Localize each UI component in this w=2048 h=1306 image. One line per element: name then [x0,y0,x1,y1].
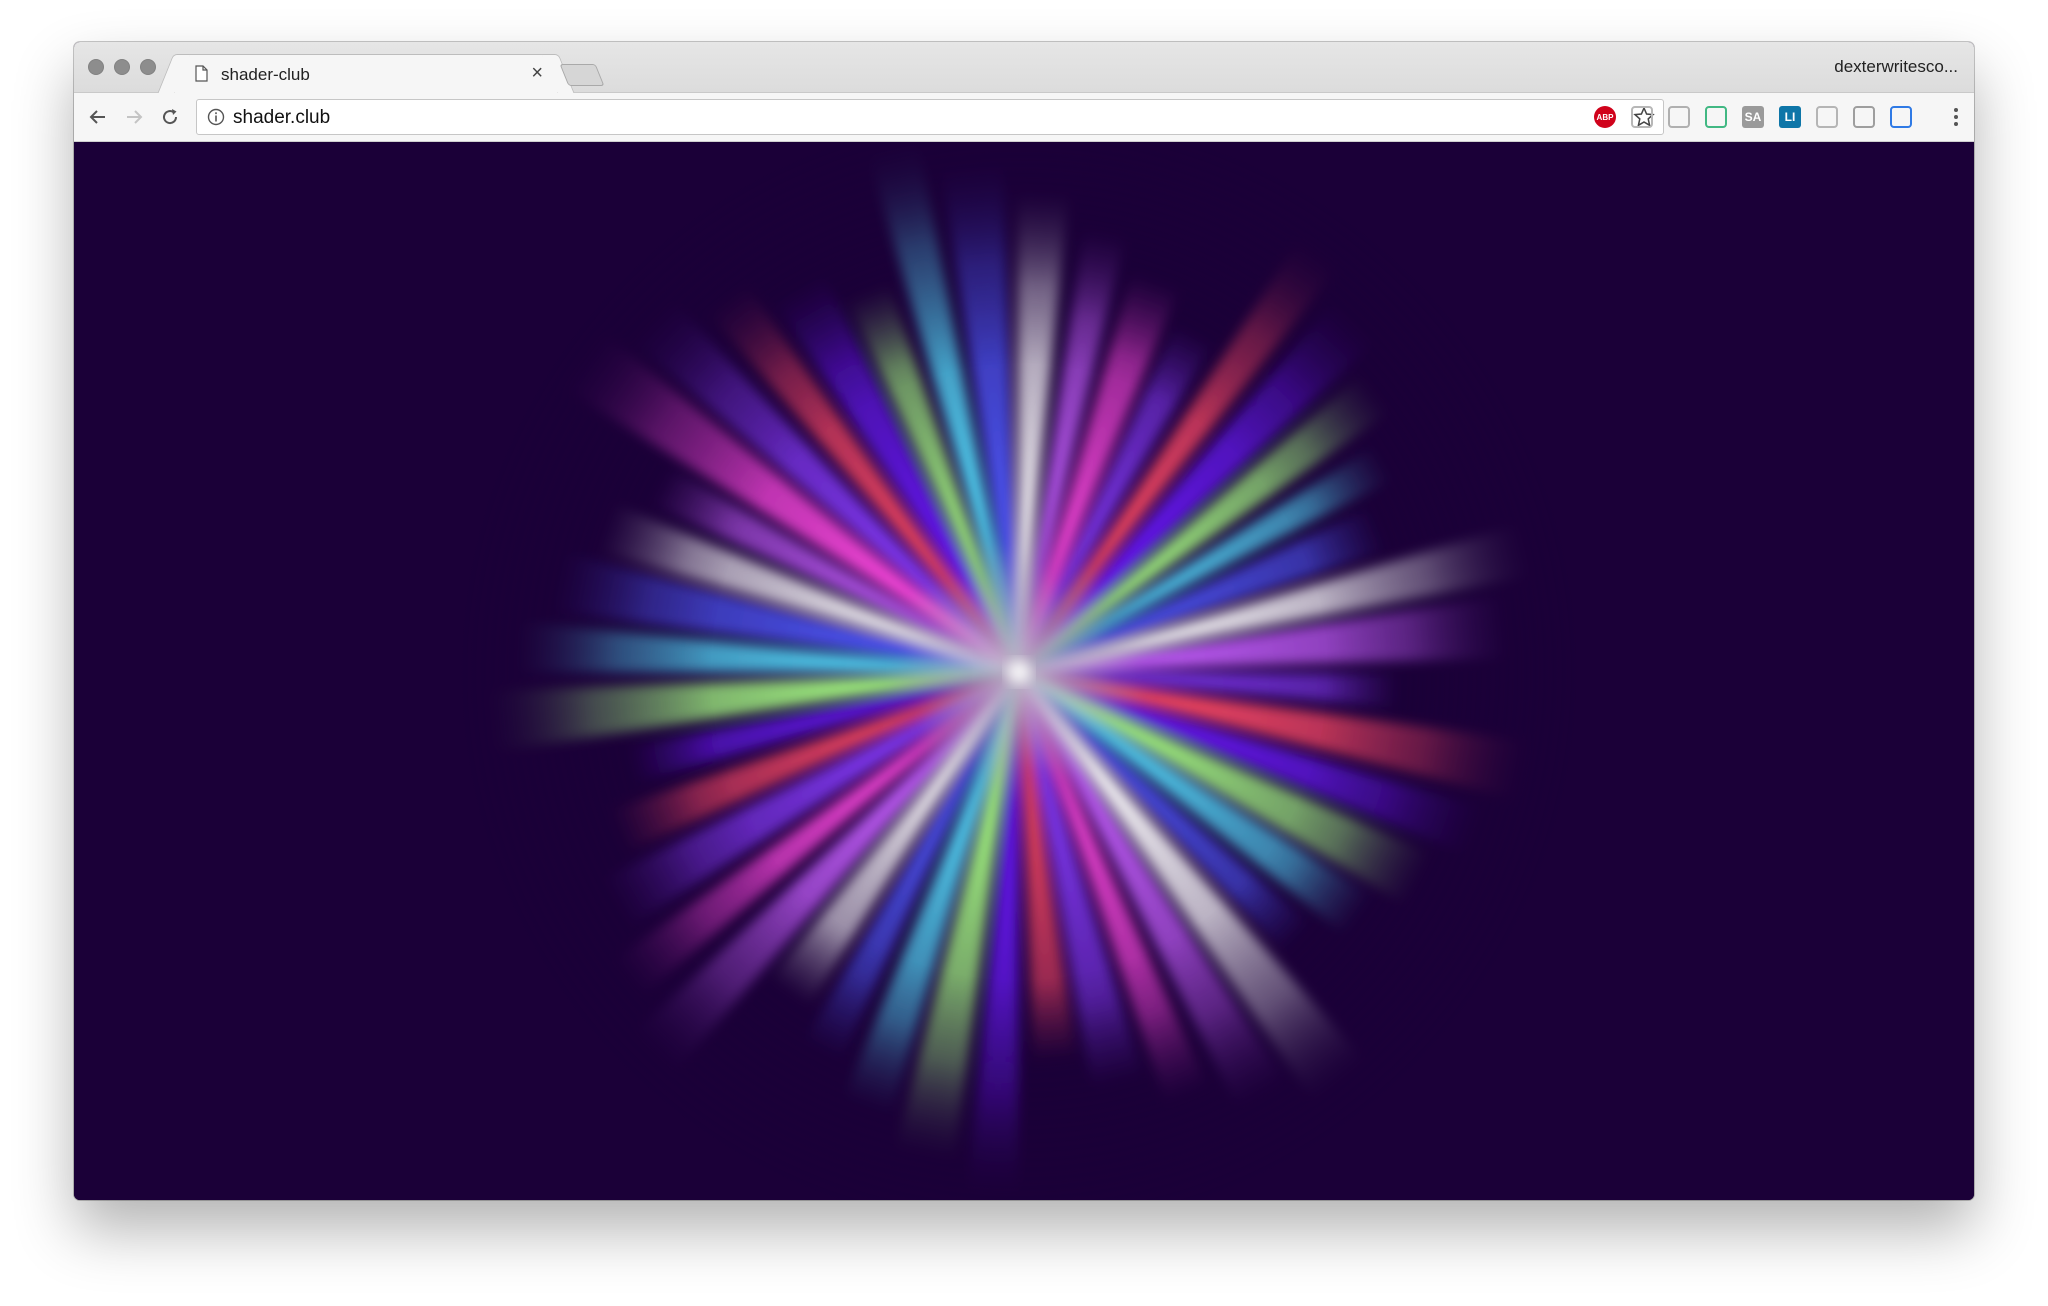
forward-arrow-icon [127,110,143,124]
back-button[interactable] [84,103,112,131]
url-text[interactable]: shader.club [233,107,330,129]
shader-starburst [74,142,1974,1200]
page-icon [195,65,208,82]
sa-extension-icon[interactable]: SA [1742,106,1764,128]
minimize-window-button[interactable] [114,59,130,75]
vue-devtools-icon[interactable] [1705,106,1727,128]
burst-vignette [74,142,1974,1200]
react-devtools-icon[interactable] [1816,106,1838,128]
address-bar[interactable]: shader.club [196,99,1664,135]
back-arrow-icon [89,110,105,124]
info-icon[interactable] [207,108,225,126]
reader-extension-icon[interactable] [1853,106,1875,128]
forward-button[interactable] [120,103,148,131]
profile-name[interactable]: dexterwritesco... [1834,57,1958,77]
zoom-window-button[interactable] [140,59,156,75]
code-brackets-extension-icon[interactable] [1668,106,1690,128]
tab-title: shader-club [221,65,310,84]
linkedin-extension-icon[interactable]: LI [1779,106,1801,128]
title-bar: shader-club × dexterwritesco... [74,42,1974,94]
chrome-menu-button[interactable] [1942,103,1970,131]
more-vert-icon [1954,108,1958,126]
close-window-button[interactable] [88,59,104,75]
speech-bubble-extension-icon[interactable] [1631,106,1653,128]
reload-button[interactable] [156,103,184,131]
cast-icon[interactable] [1890,106,1912,128]
close-tab-icon[interactable]: × [531,62,543,84]
reload-icon [163,109,178,125]
tab-shader-club[interactable]: shader-club × [174,54,558,94]
new-tab-button[interactable] [559,64,605,86]
adblock-plus-icon[interactable]: ABP [1594,106,1616,128]
browser-window: shader-club × dexterwritesco... shader.c… [74,42,1974,1200]
toolbar: shader.club ABP SA LI [74,93,1974,142]
shader-canvas-area[interactable] [74,142,1974,1200]
